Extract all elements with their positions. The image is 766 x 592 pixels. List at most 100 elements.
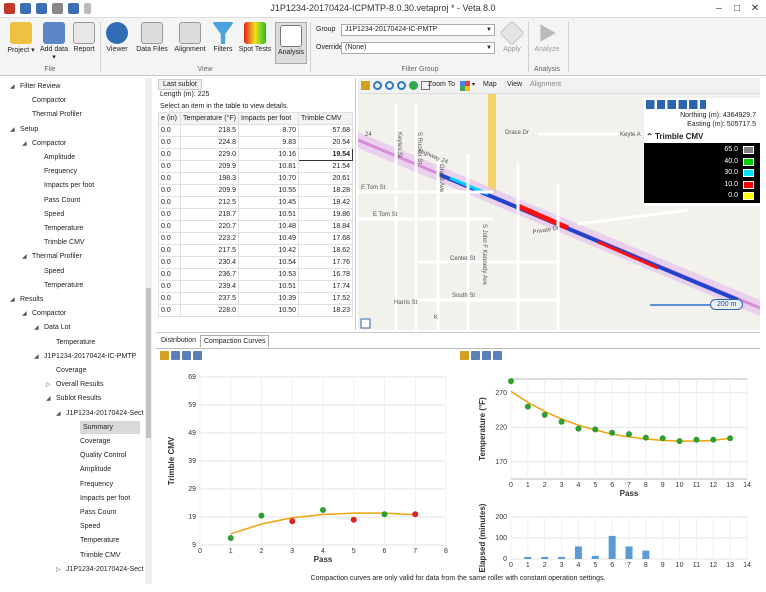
tree-item[interactable]: Impacts per foot	[44, 179, 94, 192]
tree-item[interactable]: Frequency	[44, 165, 77, 178]
map-corner-button[interactable]	[360, 318, 371, 329]
table-cell[interactable]: 220.7	[180, 220, 239, 233]
table-cell[interactable]: 217.5	[180, 244, 239, 257]
tab-compaction-curves[interactable]: Compaction Curves	[200, 335, 270, 347]
apply-button[interactable]: Apply	[499, 20, 525, 53]
minimize-icon[interactable]: –	[712, 2, 726, 15]
table-cell[interactable]: 57.68	[298, 124, 353, 137]
collapse-icon[interactable]: ◢	[10, 126, 15, 133]
tree-item[interactable]: Pass Count	[44, 194, 80, 207]
tab-last-sublot[interactable]: Last sublot	[158, 79, 202, 90]
tree-item[interactable]: Setup	[20, 123, 38, 136]
tree-item[interactable]: Temperature	[44, 222, 83, 235]
column-header[interactable]: e (in)	[158, 112, 181, 125]
table-cell[interactable]: 17.52	[298, 292, 353, 305]
table-cell[interactable]: 8.70	[238, 124, 299, 137]
close-icon[interactable]: ✕	[748, 2, 762, 15]
table-cell[interactable]: 0.0	[158, 172, 181, 185]
table-cell[interactable]: 18.84	[298, 220, 353, 233]
zoom-extent-icon[interactable]	[397, 81, 406, 90]
tree-item[interactable]: Results	[20, 293, 43, 306]
tree-item[interactable]: Compactor	[32, 307, 66, 320]
table-cell[interactable]: 237.5	[180, 292, 239, 305]
table-row[interactable]: 0.0 220.7 10.48 18.84	[158, 220, 353, 233]
copy-icon[interactable]	[493, 351, 502, 360]
table-cell[interactable]: 10.53	[238, 268, 299, 281]
table-cell[interactable]: 18.62	[298, 244, 353, 257]
table-cell[interactable]: 0.0	[158, 292, 181, 305]
table-cell[interactable]: 218.7	[180, 208, 239, 221]
table-cell[interactable]: 198.3	[180, 172, 239, 185]
table-cell[interactable]: 10.42	[238, 244, 299, 257]
tree-item[interactable]: Temperature	[44, 279, 83, 292]
group-select[interactable]: J1P1234-20170424-IC-PMTP ▼	[341, 24, 495, 36]
table-row[interactable]: 0.0 209.9 10.81 21.54	[158, 160, 353, 173]
tree-item[interactable]: Trimble CMV	[80, 549, 121, 562]
column-header[interactable]: Trimble CMV	[298, 112, 353, 125]
analysis-button[interactable]: Analysis	[275, 22, 307, 64]
table-cell[interactable]: 0.0	[158, 160, 181, 173]
table-row[interactable]: 0.0 217.5 10.42 18.62	[158, 244, 353, 257]
table-row[interactable]: 0.0 237.5 10.39 17.52	[158, 292, 353, 305]
table-cell[interactable]: 18.23	[298, 304, 353, 317]
view-menu[interactable]: View	[507, 81, 522, 88]
tree-item[interactable]: Pass Count	[80, 506, 116, 519]
pan-icon[interactable]	[361, 81, 370, 90]
tree-item[interactable]: Quality Control	[80, 449, 126, 462]
map-menu[interactable]: Map	[483, 81, 497, 88]
expand-icon[interactable]: ▷	[46, 381, 51, 388]
tree-item[interactable]: Summary	[80, 420, 140, 434]
report-button[interactable]: Report	[72, 22, 96, 53]
scrollbar-thumb[interactable]	[146, 288, 151, 438]
table-cell[interactable]: 19.86	[298, 208, 353, 221]
table-cell[interactable]: 10.81	[238, 160, 299, 173]
tree-item[interactable]: Speed	[44, 265, 64, 278]
table-row[interactable]: 0.0 230.4 10.54 17.76	[158, 256, 353, 269]
table-cell[interactable]: 224.8	[180, 136, 239, 149]
tab-distribution[interactable]: Distribution	[158, 335, 199, 347]
tree-item[interactable]: Frequency	[80, 478, 113, 491]
collapse-icon[interactable]: ◢	[34, 353, 39, 360]
table-cell[interactable]: 10.55	[238, 184, 299, 197]
tree-item[interactable]: Impacts per foot	[80, 492, 130, 505]
tree-item[interactable]: Amplitude	[44, 151, 75, 164]
save-icon[interactable]	[471, 351, 480, 360]
table-cell[interactable]: 10.70	[238, 172, 299, 185]
table-cell[interactable]: 10.45	[238, 196, 299, 209]
spot-tests-button[interactable]: Spot Tests	[238, 22, 272, 53]
project-button[interactable]: Project ▾	[6, 22, 36, 54]
tree-item[interactable]: Coverage	[80, 435, 110, 448]
table-cell[interactable]: 20.61	[298, 172, 353, 185]
export-icon[interactable]	[482, 351, 491, 360]
table-cell[interactable]: 10.54	[238, 256, 299, 269]
table-cell[interactable]: 10.16	[238, 148, 299, 161]
table-cell[interactable]: 0.0	[158, 244, 181, 257]
table-row[interactable]: 0.0 224.8 9.83 20.54	[158, 136, 353, 149]
table-cell[interactable]: 0.0	[158, 124, 181, 137]
table-row[interactable]: 0.0 209.9 10.55 18.28	[158, 184, 353, 197]
table-cell[interactable]: 10.48	[238, 220, 299, 233]
export-icon[interactable]	[182, 351, 191, 360]
collapse-icon[interactable]: ◢	[46, 395, 51, 402]
tree-item[interactable]: Thermal Profiler	[32, 250, 82, 263]
tree-item[interactable]: Overall Results	[56, 378, 103, 391]
table-cell[interactable]: 0.0	[158, 136, 181, 149]
copy-icon[interactable]	[193, 351, 202, 360]
table-cell[interactable]: 19.54	[298, 148, 353, 161]
open-icon[interactable]	[460, 351, 469, 360]
google-maps-icon[interactable]	[460, 81, 470, 91]
zoom-out-icon[interactable]	[385, 81, 394, 90]
table-cell[interactable]: 218.5	[180, 124, 239, 137]
table-cell[interactable]: 0.0	[158, 196, 181, 209]
table-cell[interactable]: 209.9	[180, 184, 239, 197]
filters-button[interactable]: Filters	[211, 22, 235, 53]
map-canvas[interactable]: Highway 24 Keytes St S Rucker St Drace D…	[358, 94, 760, 330]
table-row[interactable]: 0.0 218.7 10.51 19.86	[158, 208, 353, 221]
tree-item[interactable]: Speed	[44, 208, 64, 221]
navigation-buttons[interactable]	[646, 100, 706, 109]
collapse-icon[interactable]: ◢	[10, 83, 15, 90]
collapse-icon[interactable]: ◢	[10, 296, 15, 303]
collapse-icon[interactable]: ⌃	[646, 132, 655, 141]
table-cell[interactable]: 16.78	[298, 268, 353, 281]
table-cell[interactable]: 0.0	[158, 220, 181, 233]
